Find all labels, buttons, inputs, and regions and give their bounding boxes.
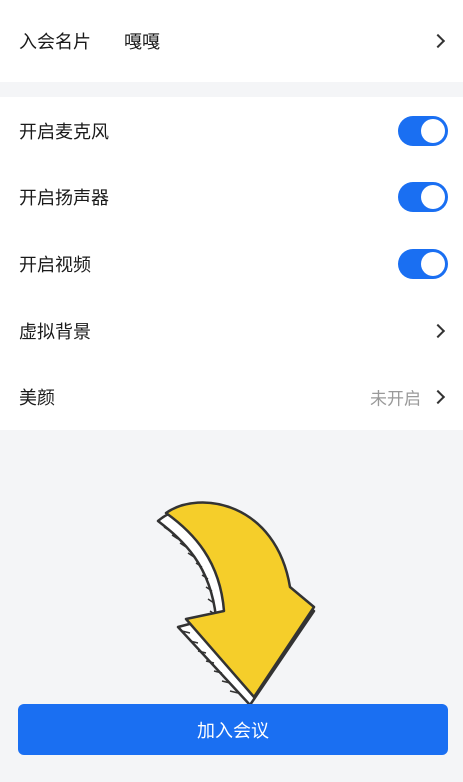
mic-label: 开启麦克风 xyxy=(19,121,109,143)
video-row: 开启视频 xyxy=(0,230,463,297)
chevron-right-icon xyxy=(430,389,446,405)
toggle-knob xyxy=(421,118,445,143)
virtual-background-label: 虚拟背景 xyxy=(19,321,91,343)
mic-toggle[interactable] xyxy=(398,115,448,146)
curved-arrow-icon xyxy=(156,501,316,707)
join-meeting-button[interactable]: 加入会议 xyxy=(18,704,448,755)
profile-card: 入会名片 嘎嘎 xyxy=(0,0,463,82)
toggle-knob xyxy=(421,185,445,209)
beauty-row[interactable]: 美颜 未开启 xyxy=(0,364,463,430)
speaker-label: 开启扬声器 xyxy=(19,188,109,209)
chevron-right-icon xyxy=(430,323,446,338)
speaker-row: 开启扬声器 xyxy=(0,164,463,230)
video-toggle[interactable] xyxy=(398,248,448,279)
toggle-knob xyxy=(421,251,445,276)
virtual-background-row[interactable]: 虚拟背景 xyxy=(0,297,463,364)
join-meeting-label: 加入会议 xyxy=(197,720,269,742)
settings-card: 开启麦克风 开启扬声器 开启视频 虚拟背景 美颜 未开启 xyxy=(0,97,463,430)
chevron-right-icon xyxy=(430,33,446,49)
video-label: 开启视频 xyxy=(19,254,91,276)
beauty-status: 未开启 xyxy=(370,389,421,410)
meeting-name-card-label: 入会名片 xyxy=(19,32,91,53)
meeting-name-card-row[interactable]: 入会名片 嘎嘎 xyxy=(0,0,463,82)
mic-row: 开启麦克风 xyxy=(0,97,463,164)
meeting-name-value: 嘎嘎 xyxy=(124,32,160,53)
speaker-toggle[interactable] xyxy=(398,182,448,212)
beauty-label: 美颜 xyxy=(19,388,55,409)
